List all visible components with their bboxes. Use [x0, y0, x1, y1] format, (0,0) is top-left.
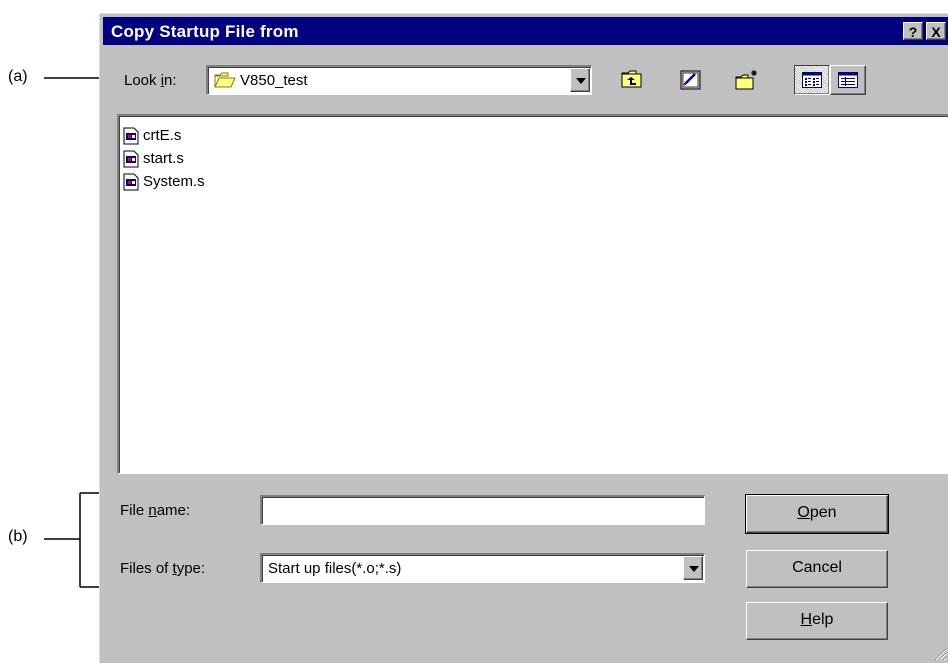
asm-file-icon	[123, 127, 139, 145]
callout-b-label: (b)	[8, 528, 28, 545]
callout-b-bracket	[44, 492, 100, 588]
file-name: start.s	[143, 150, 184, 167]
desktop-button[interactable]	[674, 65, 706, 95]
look-in-combo[interactable]: V850_test	[206, 65, 592, 95]
asm-file-icon	[123, 173, 139, 191]
file-name-field[interactable]	[260, 495, 705, 525]
resize-grip-icon[interactable]	[933, 647, 947, 661]
list-view-button[interactable]	[794, 65, 830, 95]
new-folder-icon	[735, 70, 757, 90]
title-bar[interactable]: Copy Startup File from ? X	[103, 17, 948, 45]
file-type-value: Start up files(*.o;*.s)	[268, 560, 402, 577]
file-list[interactable]: crtE.s start.s System.s	[117, 114, 948, 474]
folder-up-icon	[621, 70, 642, 88]
list-view-icon	[802, 72, 822, 88]
file-type-label: Files of type:	[120, 560, 206, 577]
file-type-dropdown-button[interactable]	[683, 556, 703, 580]
open-button[interactable]: Open	[745, 494, 889, 534]
file-name: crtE.s	[143, 127, 182, 144]
callout-a-label: (a)	[8, 68, 28, 85]
details-view-icon	[838, 72, 858, 88]
close-button[interactable]: X	[926, 22, 946, 40]
help-title-button[interactable]: ?	[903, 22, 923, 40]
cancel-button[interactable]: Cancel	[746, 550, 888, 588]
file-name: System.s	[143, 173, 205, 190]
help-button[interactable]: Help	[746, 602, 888, 640]
look-in-value: V850_test	[240, 72, 308, 89]
file-type-select[interactable]: Start up files(*.o;*.s)	[260, 553, 705, 583]
desktop-icon	[680, 70, 701, 90]
look-in-dropdown-button[interactable]	[570, 68, 590, 92]
look-in-label: Look in:	[124, 72, 177, 89]
new-folder-button[interactable]	[730, 65, 762, 95]
open-folder-icon	[214, 72, 236, 88]
dialog-title: Copy Startup File from	[111, 22, 299, 41]
file-dialog: Copy Startup File from ? X Look in: V850…	[99, 13, 948, 663]
up-one-level-button[interactable]	[616, 65, 648, 95]
details-view-button[interactable]	[830, 65, 866, 95]
file-name-label: File name:	[120, 502, 191, 519]
asm-file-icon	[123, 150, 139, 168]
